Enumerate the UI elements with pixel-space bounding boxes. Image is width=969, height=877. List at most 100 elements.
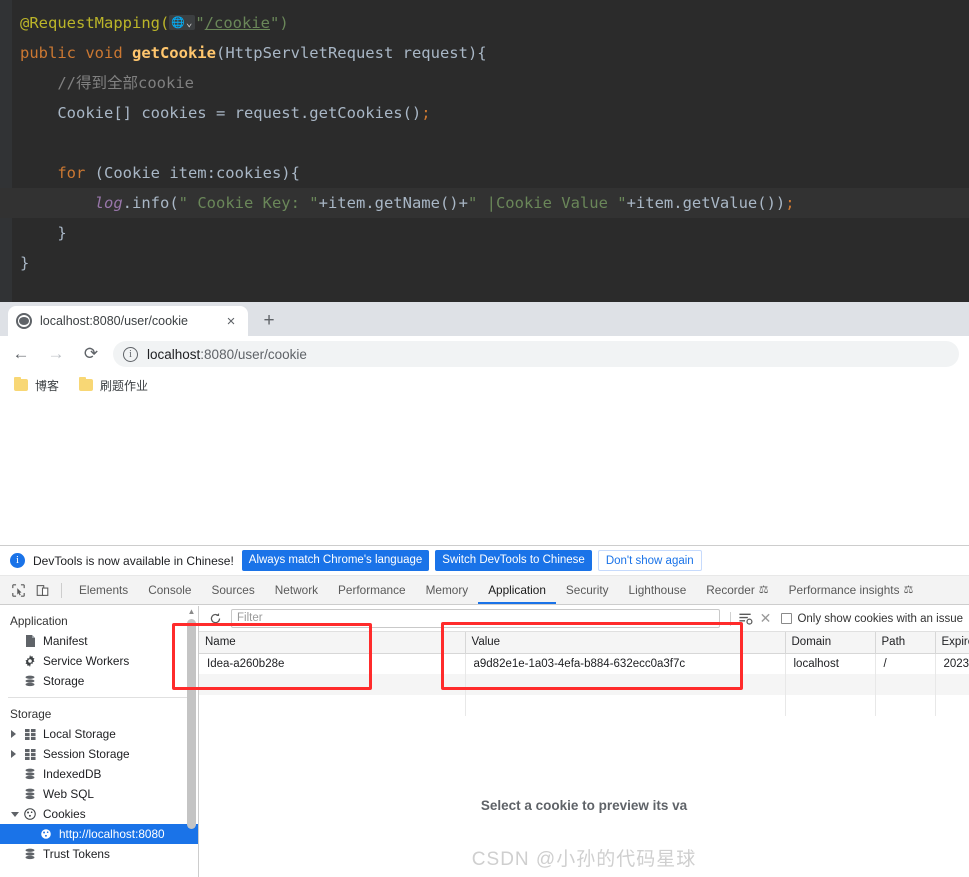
sidebar-item-trust-tokens[interactable]: Trust Tokens <box>0 844 198 864</box>
sidebar-item-label: http://localhost:8080 <box>59 827 165 841</box>
globe-icon <box>16 313 32 329</box>
globe-icon: 🌐⌄ <box>169 15 196 30</box>
filter-clear-icon[interactable] <box>735 609 755 629</box>
sidebar-item-label: Manifest <box>43 634 88 648</box>
scrollbar-thumb[interactable] <box>187 619 196 829</box>
sidebar-item-service-workers[interactable]: Service Workers <box>0 651 198 671</box>
tab-label: Performance <box>338 583 406 597</box>
forward-button[interactable]: → <box>42 340 70 368</box>
code-token: " <box>195 14 205 32</box>
cookie-icon <box>22 808 38 820</box>
code-token: +item.getName()+ <box>318 194 468 212</box>
tab-label: Performance insights <box>788 583 900 597</box>
tab-application[interactable]: Application <box>478 576 556 604</box>
code-token: ; <box>421 104 431 122</box>
new-tab-button[interactable]: + <box>258 311 280 333</box>
sidebar-item-session-storage[interactable]: Session Storage <box>0 744 198 764</box>
delete-all-cookies-icon[interactable]: ✕ <box>755 609 775 629</box>
sidebar-item-label: Trust Tokens <box>43 847 110 861</box>
tab-console[interactable]: Console <box>138 576 201 604</box>
tab-performance[interactable]: Performance <box>328 576 416 604</box>
column-header-name[interactable]: Name <box>199 632 466 654</box>
flask-icon: ⚖ <box>758 584 769 596</box>
devtools-tab-bar: Elements Console Sources Network Perform… <box>0 576 969 605</box>
cell-name[interactable]: Idea-a260b28e <box>199 653 466 674</box>
chevron-right-icon[interactable] <box>11 750 16 758</box>
sidebar-item-storage[interactable]: Storage <box>0 671 198 691</box>
sidebar-item-web-sql[interactable]: Web SQL <box>0 784 198 804</box>
code-token: (Cookie item:cookies){ <box>85 164 300 182</box>
sidebar-item-manifest[interactable]: Manifest <box>0 631 198 651</box>
site-info-icon[interactable]: i <box>123 346 138 362</box>
inspect-element-icon[interactable] <box>6 579 30 601</box>
tab-performance-insights[interactable]: Performance insights ⚖ <box>779 576 924 604</box>
tab-strip: localhost:8080/user/cookie × + <box>0 302 969 336</box>
dont-show-again-button[interactable]: Don't show again <box>597 550 702 571</box>
sidebar-item-label: Cookies <box>43 807 86 821</box>
sidebar-item-cookie-origin[interactable]: http://localhost:8080 <box>0 824 198 844</box>
reload-button[interactable]: ⟳ <box>77 340 105 368</box>
table-row[interactable]: Idea-a260b28e a9d82e1e-1a03-4efa-b884-63… <box>199 653 969 674</box>
tab-security[interactable]: Security <box>556 576 619 604</box>
sidebar-item-label: Storage <box>43 674 85 688</box>
chevron-down-icon[interactable] <box>11 811 19 817</box>
device-toolbar-icon[interactable] <box>30 579 54 601</box>
close-icon[interactable]: × <box>222 314 240 329</box>
tab-memory[interactable]: Memory <box>416 576 479 604</box>
code-token: getCookie <box>131 44 216 62</box>
code-token: } <box>20 224 67 242</box>
sidebar-item-indexeddb[interactable]: IndexedDB <box>0 764 198 784</box>
cell-expires[interactable]: 2023-1 <box>935 653 969 674</box>
cell-empty <box>785 674 876 695</box>
cell-value[interactable]: a9d82e1e-1a03-4efa-b884-632ecc0a3f7c <box>465 653 786 674</box>
folder-icon <box>14 376 28 391</box>
sidebar-item-label: Web SQL <box>43 787 94 801</box>
tab-network[interactable]: Network <box>265 576 328 604</box>
column-header-domain[interactable]: Domain <box>785 632 876 654</box>
column-header-path[interactable]: Path <box>875 632 936 654</box>
chevron-right-icon[interactable] <box>11 730 16 738</box>
refresh-icon[interactable] <box>205 609 225 629</box>
sidebar-divider <box>8 697 190 698</box>
cell-path[interactable]: / <box>875 653 936 674</box>
checkbox-box[interactable] <box>781 613 793 624</box>
column-header-expires[interactable]: Expires <box>935 632 969 654</box>
column-header-value[interactable]: Value <box>465 632 786 654</box>
sidebar-item-label: Service Workers <box>43 654 130 668</box>
only-issues-checkbox[interactable]: Only show cookies with an issue <box>781 613 963 625</box>
cell-empty <box>465 695 786 716</box>
tab-lighthouse[interactable]: Lighthouse <box>619 576 697 604</box>
back-button[interactable]: ← <box>7 340 35 368</box>
tab-elements[interactable]: Elements <box>69 576 138 604</box>
browser-tab[interactable]: localhost:8080/user/cookie × <box>8 306 248 336</box>
filter-input[interactable]: Filter <box>231 609 721 628</box>
tab-recorder[interactable]: Recorder ⚖ <box>696 576 778 604</box>
gear-icon <box>22 655 38 667</box>
url-host: localhost <box>147 346 201 362</box>
sidebar-scrollbar[interactable]: ▲ <box>187 608 196 848</box>
always-match-language-button[interactable]: Always match Chrome's language <box>241 550 430 571</box>
code-line: Cookie[] cookies = request.getCookies(); <box>20 98 969 128</box>
table-row <box>199 695 969 716</box>
sidebar-item-cookies[interactable]: Cookies <box>0 804 198 824</box>
switch-to-chinese-button[interactable]: Switch DevTools to Chinese <box>435 550 592 571</box>
code-token: for <box>57 164 86 182</box>
cookie-icon <box>38 828 54 840</box>
tab-label: Recorder <box>706 583 755 597</box>
code-line: } <box>20 218 969 248</box>
bookmark-item[interactable]: 博客 <box>14 376 59 394</box>
cell-domain[interactable]: localhost <box>785 653 876 674</box>
code-line-highlighted: log.info(" Cookie Key: "+item.getName()+… <box>0 188 969 218</box>
application-sidebar: Application Manifest Service Workers Sto… <box>0 606 199 877</box>
scroll-up-arrow[interactable]: ▲ <box>187 608 196 616</box>
address-bar[interactable]: i localhost:8080/user/cookie <box>113 341 959 367</box>
tab-label: Lighthouse <box>628 583 687 597</box>
code-line: @RequestMapping(🌐⌄ "/cookie") <box>20 8 969 38</box>
cell-empty <box>785 695 876 716</box>
code-line: //得到全部cookie <box>20 68 969 98</box>
bookmark-item[interactable]: 刷题作业 <box>79 376 148 394</box>
sidebar-item-local-storage[interactable]: Local Storage <box>0 724 198 744</box>
database-icon <box>22 848 38 860</box>
tab-sources[interactable]: Sources <box>201 576 264 604</box>
